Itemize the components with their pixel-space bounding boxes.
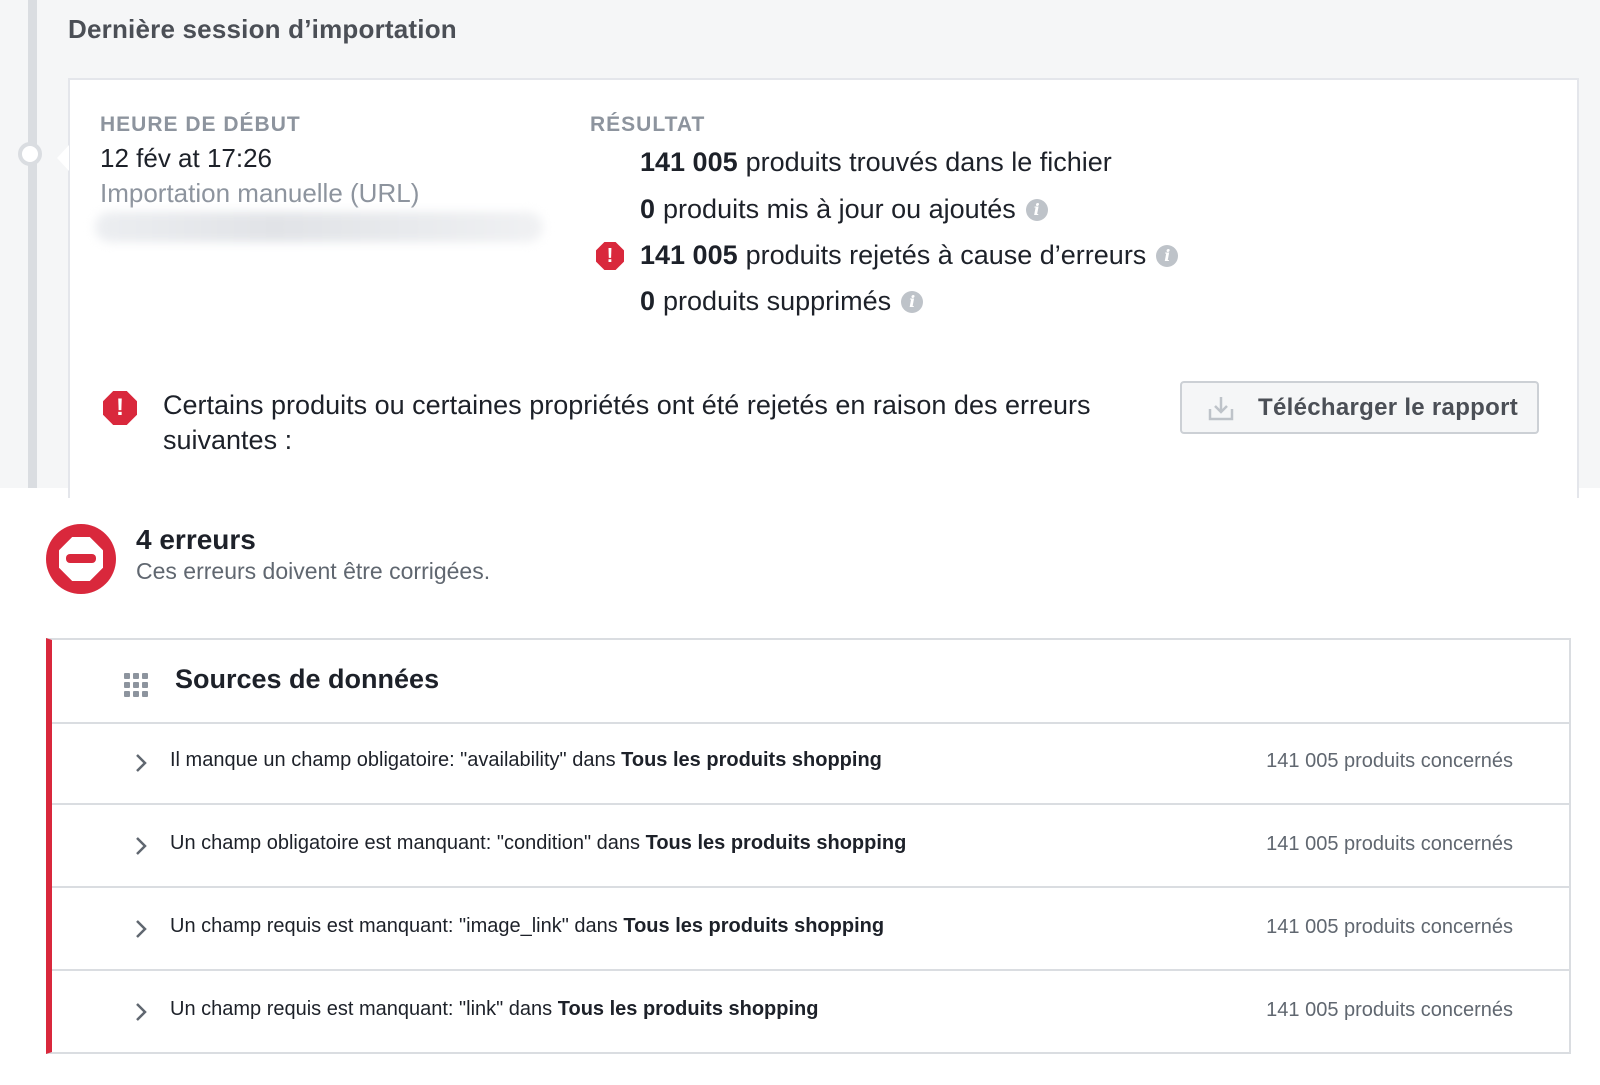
error-target: Tous les produits shopping bbox=[557, 998, 819, 1020]
result-count: 141 005 bbox=[640, 147, 738, 177]
error-row[interactable]: Un champ requis est manquant: "image_lin… bbox=[52, 888, 1569, 971]
affected-count: 141 005 produits concernés bbox=[1266, 999, 1513, 1021]
timeline-rail bbox=[28, 0, 37, 488]
affected-count: 141 005 produits concernés bbox=[1266, 916, 1513, 938]
chevron-right-icon bbox=[136, 837, 147, 855]
error-target: Tous les produits shopping bbox=[623, 915, 885, 937]
alert-icon: ! bbox=[596, 242, 624, 270]
error-row[interactable]: Un champ obligatoire est manquant: "cond… bbox=[52, 805, 1569, 888]
result-text: produits supprimés bbox=[663, 286, 892, 316]
blurred-url bbox=[95, 212, 543, 242]
error-target: Tous les produits shopping bbox=[621, 749, 882, 771]
session-title: Dernière session d’importation bbox=[68, 14, 457, 44]
error-message: Un champ requis est manquant: "link" dan… bbox=[170, 998, 819, 1020]
info-icon[interactable]: i bbox=[901, 290, 924, 313]
table-title: Sources de données bbox=[175, 664, 440, 694]
error-row[interactable]: Un champ requis est manquant: "link" dan… bbox=[52, 971, 1569, 1054]
chevron-right-icon bbox=[136, 920, 147, 938]
error-subtitle: Ces erreurs doivent être corrigées. bbox=[136, 558, 491, 584]
info-icon[interactable]: i bbox=[1156, 244, 1179, 267]
download-icon bbox=[1208, 396, 1234, 420]
result-count: 0 bbox=[640, 286, 656, 316]
error-target: Tous les produits shopping bbox=[645, 832, 907, 854]
error-count: 4 erreurs bbox=[136, 524, 256, 555]
error-message: Il manque un champ obligatoire: "availab… bbox=[170, 749, 882, 771]
chevron-right-icon bbox=[136, 1003, 147, 1021]
table-header: Sources de données bbox=[52, 640, 1569, 724]
result-text: produits trouvés dans le fichier bbox=[745, 147, 1112, 177]
error-message: Un champ obligatoire est manquant: "cond… bbox=[170, 832, 907, 854]
warning-message: Certains produits ou certaines propriété… bbox=[163, 390, 1091, 455]
error-row[interactable]: Il manque un champ obligatoire: "availab… bbox=[52, 722, 1569, 805]
result-label: RÉSULTAT bbox=[590, 113, 706, 136]
timeline-dot bbox=[18, 142, 42, 166]
download-report-button[interactable]: Télécharger le rapport bbox=[1180, 381, 1539, 434]
import-method: Importation manuelle (URL) bbox=[100, 178, 420, 208]
download-report-label: Télécharger le rapport bbox=[1258, 393, 1519, 421]
result-count: 141 005 bbox=[640, 240, 738, 270]
result-found: 141 005 produits trouvés dans le fichier bbox=[640, 147, 1112, 178]
import-session-panel: Dernière session d’importation HEURE DE … bbox=[0, 0, 1600, 498]
chevron-right-icon bbox=[136, 754, 147, 772]
result-deleted: 0 produits supprimés i bbox=[640, 286, 924, 317]
affected-count: 141 005 produits concernés bbox=[1266, 833, 1513, 855]
card-pointer bbox=[57, 145, 69, 171]
errors-table: Sources de données Il manque un champ ob… bbox=[46, 638, 1571, 1054]
grid-icon bbox=[124, 673, 148, 697]
affected-count: 141 005 produits concernés bbox=[1266, 750, 1513, 772]
error-message: Un champ requis est manquant: "image_lin… bbox=[170, 915, 885, 937]
result-text: produits mis à jour ou ajoutés bbox=[663, 194, 1016, 224]
start-time-label: HEURE DE DÉBUT bbox=[100, 113, 301, 136]
alert-icon: ! bbox=[103, 391, 137, 425]
error-stop-icon bbox=[46, 524, 116, 594]
result-text: produits rejetés à cause d’erreurs bbox=[745, 240, 1147, 270]
result-updated: 0 produits mis à jour ou ajoutés i bbox=[640, 194, 1048, 225]
result-count: 0 bbox=[640, 194, 656, 224]
result-rejected: 141 005 produits rejetés à cause d’erreu… bbox=[640, 240, 1179, 271]
info-icon[interactable]: i bbox=[1025, 198, 1048, 221]
start-time-value: 12 fév at 17:26 bbox=[100, 143, 273, 173]
